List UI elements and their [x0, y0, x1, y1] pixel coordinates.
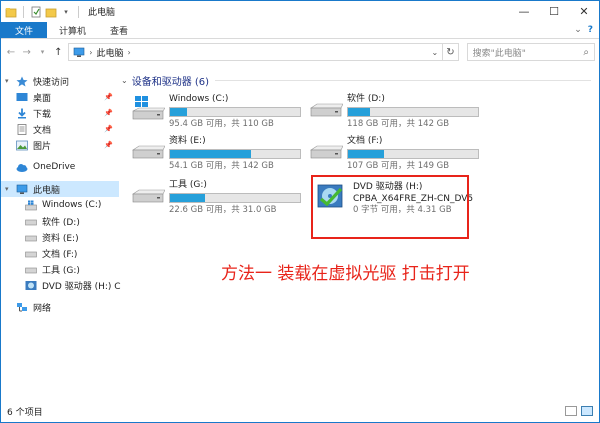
nav-drive-h[interactable]: DVD 驱动器 (H:) C	[1, 277, 121, 293]
drive-icon	[25, 216, 37, 227]
new-folder-icon[interactable]	[45, 6, 57, 18]
capacity-bar	[169, 193, 301, 203]
drive-tile-f[interactable]: 文档 (F:) 107 GB 可用，共 149 GB	[309, 135, 479, 172]
refresh-button[interactable]: ↻	[443, 43, 459, 61]
quick-access-toolbar: ▾	[1, 5, 82, 18]
star-icon	[16, 76, 28, 87]
window-controls: — ☐ ✕	[509, 1, 599, 22]
explorer-window: ▾ 此电脑 — ☐ ✕ 文件 计算机 查看 ⌄ ? ← → ▾ ↑ › 此电脑	[0, 0, 600, 423]
expand-ribbon-icon[interactable]: ⌄	[574, 25, 582, 35]
properties-icon[interactable]	[30, 6, 42, 18]
chevron-down-icon[interactable]: ▾	[5, 77, 14, 85]
pin-icon[interactable]: 📌	[104, 125, 113, 133]
address-row: ← → ▾ ↑ › 此电脑 › ⌄ ↻ 搜索"此电脑" ⌕	[1, 40, 599, 64]
pin-icon[interactable]: 📌	[104, 109, 113, 117]
chevron-right-icon[interactable]: ›	[127, 48, 130, 57]
nav-network[interactable]: 网络	[1, 299, 119, 315]
drive-icon	[131, 179, 166, 209]
network-icon	[16, 302, 28, 313]
address-bar[interactable]: › 此电脑 › ⌄	[68, 43, 444, 61]
item-count: 6 个项目	[7, 407, 43, 418]
tab-view[interactable]: 查看	[98, 22, 140, 38]
windows-drive-icon	[25, 200, 37, 211]
navigation-pane: ▾ 快速访问 桌面 📌 下载 📌 文档 📌 图片 📌 OneDrive ▾ 此电…	[1, 65, 121, 399]
details-view-button[interactable]	[565, 406, 577, 416]
computer-icon	[73, 47, 85, 58]
help-icon[interactable]: ?	[588, 25, 593, 35]
drive-icon	[25, 248, 37, 259]
download-icon	[16, 108, 28, 119]
search-input[interactable]: 搜索"此电脑" ⌕	[466, 43, 596, 61]
pin-icon[interactable]: 📌	[104, 141, 113, 149]
drive-icon	[25, 232, 37, 243]
maximize-button[interactable]: ☐	[539, 1, 569, 22]
nav-item-desktop[interactable]: 桌面 📌	[1, 89, 119, 105]
breadcrumb-this-pc[interactable]: 此电脑	[96, 46, 123, 59]
ribbon-tabs: 文件 计算机 查看 ⌄ ?	[1, 22, 599, 39]
up-button[interactable]: ↑	[52, 45, 64, 59]
dvd-icon	[25, 280, 37, 291]
title-bar: ▾ 此电脑 — ☐ ✕	[1, 1, 599, 22]
nav-drive-f[interactable]: 文档 (F:)	[1, 245, 119, 261]
search-icon: ⌕	[583, 46, 590, 58]
cloud-icon	[16, 162, 28, 173]
window-title: 此电脑	[88, 8, 116, 18]
capacity-bar	[347, 107, 479, 117]
drive-tile-d[interactable]: 软件 (D:) 118 GB 可用，共 142 GB	[309, 93, 479, 130]
chevron-down-icon[interactable]: ▾	[60, 6, 72, 18]
drive-tile-g[interactable]: 工具 (G:) 22.6 GB 可用，共 31.0 GB	[131, 179, 301, 216]
tab-file[interactable]: 文件	[1, 22, 48, 38]
nav-drive-d[interactable]: 软件 (D:)	[1, 213, 119, 229]
drive-tile-e[interactable]: 资料 (E:) 54.1 GB 可用，共 142 GB	[131, 135, 301, 172]
nav-drive-e[interactable]: 资料 (E:)	[1, 229, 119, 245]
drive-icon	[309, 135, 344, 165]
annotation-text: 方法一 装载在虚拟光驱 打击打开	[221, 264, 470, 284]
highlight-box	[311, 175, 469, 239]
search-placeholder: 搜索"此电脑"	[472, 48, 526, 59]
status-bar: 6 个项目	[1, 400, 599, 422]
chevron-down-icon[interactable]: ▾	[5, 185, 14, 193]
chevron-right-icon[interactable]: ›	[89, 48, 92, 57]
pictures-icon	[16, 140, 28, 151]
group-header[interactable]: ⌄ 设备和驱动器 (6)	[121, 73, 591, 88]
back-button[interactable]: ←	[5, 45, 17, 59]
capacity-bar	[347, 149, 479, 159]
desktop-icon	[16, 92, 28, 103]
capacity-bar	[169, 149, 301, 159]
nav-quick-access[interactable]: ▾ 快速访问	[1, 73, 119, 89]
chevron-down-icon[interactable]: ⌄	[121, 76, 128, 85]
nav-drive-c[interactable]: Windows (C:)	[1, 197, 119, 213]
forward-button[interactable]: →	[21, 45, 33, 59]
capacity-bar	[169, 107, 301, 117]
nav-item-documents[interactable]: 文档 📌	[1, 121, 119, 137]
documents-icon	[16, 123, 28, 135]
nav-item-pictures[interactable]: 图片 📌	[1, 137, 119, 153]
chevron-down-icon[interactable]: ⌄	[432, 48, 439, 57]
windows-drive-icon	[131, 93, 166, 123]
nav-item-downloads[interactable]: 下载 📌	[1, 105, 119, 121]
folder-icon	[5, 6, 17, 18]
drive-icon	[25, 264, 37, 275]
recent-locations-button[interactable]: ▾	[37, 45, 49, 59]
content-pane: ⌄ 设备和驱动器 (6) Windows (C:) 95.4 GB 可用，共 1…	[121, 65, 599, 399]
drive-tile-c[interactable]: Windows (C:) 95.4 GB 可用，共 110 GB	[131, 93, 301, 130]
tab-computer[interactable]: 计算机	[47, 22, 98, 38]
nav-drive-g[interactable]: 工具 (G:)	[1, 261, 119, 277]
pin-icon[interactable]: 📌	[104, 93, 113, 101]
drive-icon	[131, 135, 166, 165]
minimize-button[interactable]: —	[509, 1, 539, 22]
large-icons-view-button[interactable]	[581, 406, 593, 416]
drive-icon	[309, 93, 344, 123]
nav-this-pc[interactable]: ▾ 此电脑	[1, 181, 119, 197]
close-button[interactable]: ✕	[569, 1, 599, 22]
computer-icon	[16, 184, 28, 195]
nav-onedrive[interactable]: OneDrive	[1, 159, 119, 175]
